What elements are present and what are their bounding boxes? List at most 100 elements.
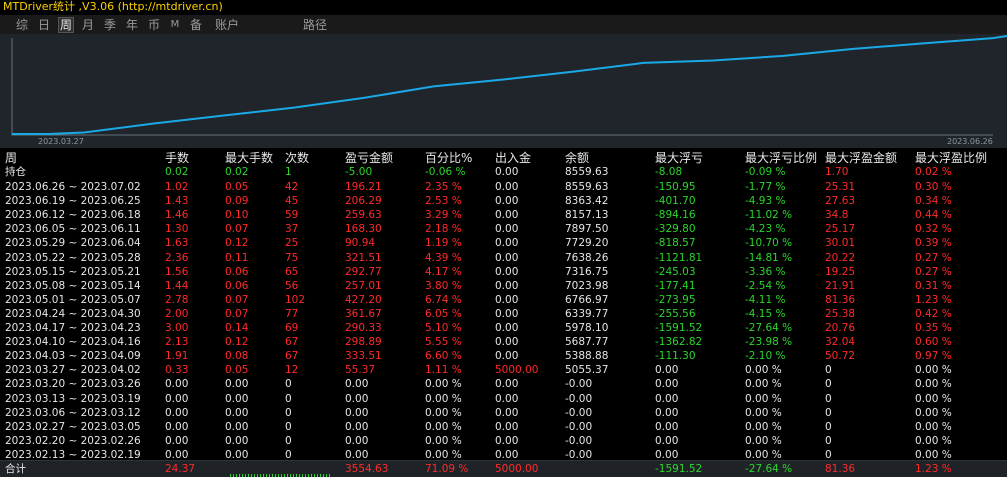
table-cell: 50.72 [825, 350, 856, 363]
table-cell: 0.00 [345, 434, 369, 447]
table-cell: 4.39 % [425, 251, 462, 264]
tab-3[interactable]: 月 [80, 17, 96, 33]
table-cell: 0.07 [225, 307, 249, 320]
table-cell: 6766.97 [565, 293, 609, 306]
holding-cell: 0.02 % [915, 166, 952, 178]
table-cell: -14.81 % [745, 251, 793, 264]
table-cell: 0.00 [655, 378, 679, 391]
table-cell: 2023.03.06 ~ 2023.03.12 [5, 406, 141, 419]
table-cell: 0.00 % [425, 406, 462, 419]
table-cell: 7023.98 [565, 279, 609, 292]
table-cell: 67 [285, 336, 299, 349]
table-cell: -255.56 [655, 307, 696, 320]
table-cell: -11.02 % [745, 209, 793, 222]
table-cell: 56 [285, 279, 299, 292]
tab-9[interactable]: 账户 [212, 17, 242, 33]
table-cell: 0.00 % [915, 378, 952, 391]
table-row: 2023.03.06 ~ 2023.03.12 0.00 0.00 0 0.00 0.00… [0, 406, 1007, 420]
table-cell: 2023.04.10 ~ 2023.04.16 [5, 336, 141, 349]
total-max_float_loss_pct: -27.64 % [745, 463, 793, 475]
table-cell: 333.51 [345, 350, 382, 363]
table-row: 2023.03.27 ~ 2023.04.02 0.33 0.05 12 55.37 1.… [0, 363, 1007, 377]
table-cell: 361.67 [345, 307, 382, 320]
table-cell: 1.91 [165, 350, 189, 363]
holding-cell: -0.06 % [425, 166, 466, 178]
tab-10[interactable]: 路径 [300, 17, 330, 33]
table-cell: 0 [285, 420, 292, 433]
table-cell: 0.00 % [915, 392, 952, 405]
table-cell: 0.00 % [745, 406, 782, 419]
table-cell: -2.54 % [745, 279, 786, 292]
table-cell: 25.31 [825, 181, 856, 193]
tab-6[interactable]: 币 [146, 17, 162, 33]
table-cell: 7638.26 [565, 251, 609, 264]
table-cell: 0.00 [495, 336, 519, 349]
table-cell: 0.60 % [915, 336, 952, 349]
table-cell: 0.00 % [745, 434, 782, 447]
total-deposit: 5000.00 [495, 463, 539, 475]
table-cell: 6.74 % [425, 293, 462, 306]
tab-8[interactable]: 备 [188, 17, 204, 33]
table-cell: -0.00 [565, 406, 593, 419]
table-cell: 2.13 [165, 336, 189, 349]
table-row: 2023.06.12 ~ 2023.06.18 1.46 0.10 59 259.63 3… [0, 208, 1007, 222]
tab-0[interactable]: 综 [14, 17, 30, 33]
tab-1[interactable]: 日 [36, 17, 52, 33]
tab-4[interactable]: 季 [102, 17, 118, 33]
table-cell: 0 [285, 434, 292, 447]
table-cell: 2023.05.29 ~ 2023.06.04 [5, 237, 141, 250]
tab-5[interactable]: 年 [124, 17, 140, 33]
equity-line [12, 35, 1007, 135]
table-cell: 77 [285, 307, 299, 320]
table-cell: 0.00 % [915, 364, 952, 377]
table-cell: 37 [285, 223, 299, 236]
table-cell: 0.00 % [745, 378, 782, 391]
table-cell: 2023.05.01 ~ 2023.05.07 [5, 293, 141, 306]
table-cell: -1362.82 [655, 336, 703, 349]
table-cell: 1.44 [165, 279, 189, 292]
table-cell: -23.98 % [745, 336, 793, 349]
table-cell: 0.00 [345, 420, 369, 433]
table-cell: 0.34 % [915, 195, 952, 208]
table-cell: 0.06 [225, 265, 249, 278]
table-cell: 67 [285, 350, 299, 363]
table-cell: 21.91 [825, 279, 856, 292]
table-cell: -245.03 [655, 265, 696, 278]
table-cell: 25.17 [825, 223, 856, 236]
table-cell: 0 [825, 378, 832, 391]
table-cell: 30.01 [825, 237, 856, 250]
table-cell: -10.70 % [745, 237, 793, 250]
table-cell: 0.07 [225, 223, 249, 236]
table-cell: 206.29 [345, 195, 382, 208]
table-cell: 0.12 [225, 336, 249, 349]
header-cell: 次数 [285, 151, 310, 165]
header-cell: 最大手数 [225, 151, 274, 165]
table-cell: 292.77 [345, 265, 382, 278]
table-cell: 0.11 [225, 251, 249, 264]
table-cell: 2.35 % [425, 181, 462, 193]
table-cell: 3.80 % [425, 279, 462, 292]
table-cell: 25 [285, 237, 299, 250]
table-cell: 0.00 [495, 434, 519, 447]
table-cell: 0.00 [165, 392, 189, 405]
tab-7[interactable]: M [168, 17, 182, 33]
weekly-stats-table: 周 手数 最大手数 次数 盈亏金额 百分比% 出入金 余额 最大浮亏 最大浮亏比例 最大浮盈金额 最大… [0, 151, 1007, 461]
table-row: 2023.04.24 ~ 2023.04.30 2.00 0.07 77 361.67 6… [0, 307, 1007, 321]
table-cell: 0.00 [495, 209, 519, 222]
table-cell: 290.33 [345, 322, 382, 334]
table-cell: 5.55 % [425, 336, 462, 349]
table-cell: 5000.00 [495, 364, 539, 377]
table-row: 2023.02.20 ~ 2023.02.26 0.00 0.00 0 0.00 0.00… [0, 434, 1007, 448]
total-max_float_loss: -1591.52 [655, 463, 703, 475]
table-cell: 4.17 % [425, 265, 462, 278]
table-cell: 0.00 [165, 378, 189, 391]
table-row: 2023.04.17 ~ 2023.04.23 3.00 0.14 69 290.33 5… [0, 321, 1007, 335]
table-cell: 42 [285, 181, 299, 193]
table-row: 2023.04.03 ~ 2023.04.09 1.91 0.08 67 333.51 6… [0, 349, 1007, 363]
table-cell: 0.44 % [915, 209, 952, 222]
table-cell: 20.22 [825, 251, 856, 264]
table-cell: 0.35 % [915, 322, 952, 334]
chart-axes [11, 38, 993, 136]
table-cell: 0.00 [225, 406, 249, 419]
tab-2[interactable]: 周 [58, 17, 74, 33]
